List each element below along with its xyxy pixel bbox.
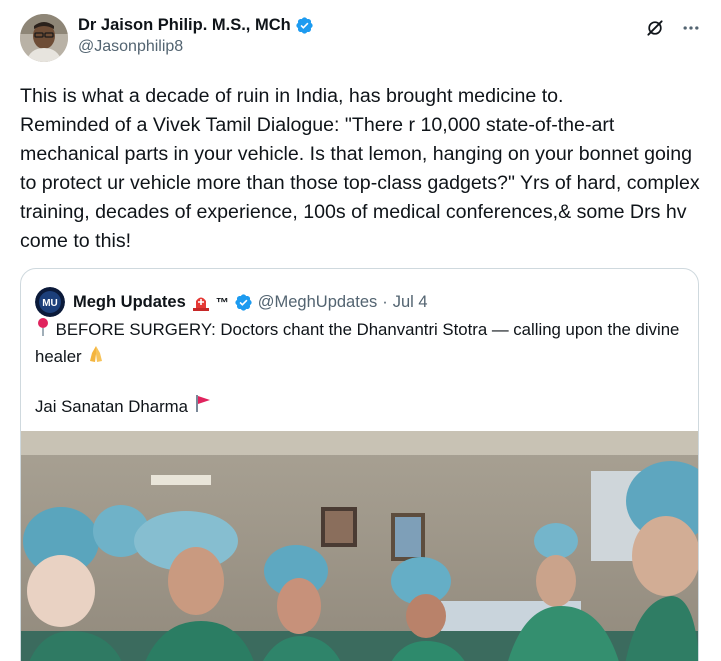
quote-line-2-text: Jai Sanatan Dharma [35, 397, 188, 417]
quote-author-handle[interactable]: @MeghUpdates [258, 293, 377, 312]
video-thumbnail[interactable] [21, 431, 698, 661]
quoted-tweet[interactable]: MU Megh Updates ™ @MeghUpdates · Jul 4 B… [20, 268, 699, 661]
author-avatar-image [20, 14, 68, 62]
quote-verified-icon [234, 293, 253, 312]
siren-icon [191, 292, 211, 312]
grok-icon[interactable] [645, 18, 665, 38]
author-avatar[interactable] [20, 14, 68, 62]
quote-line-1-text: BEFORE SURGERY: Doctors chant the Dhanva… [35, 320, 680, 367]
folded-hands-icon [86, 344, 106, 371]
author-name[interactable]: Dr Jaison Philip. M.S., MCh [78, 16, 291, 35]
quote-line-2: Jai Sanatan Dharma [35, 393, 687, 420]
red-flag-icon [194, 393, 212, 420]
quote-avatar[interactable]: MU [35, 287, 65, 317]
more-icon[interactable] [681, 18, 701, 38]
quote-line-1: BEFORE SURGERY: Doctors chant the Dhanva… [35, 317, 687, 371]
operating-room-image [21, 431, 698, 661]
pin-icon [35, 317, 51, 344]
quote-date[interactable]: Jul 4 [393, 293, 428, 312]
author-handle[interactable]: @Jasonphilip8 [78, 38, 314, 56]
svg-text:MU: MU [42, 298, 58, 309]
tweet-text: This is what a decade of ruin in India, … [20, 85, 700, 252]
quote-author-name[interactable]: Megh Updates [73, 293, 186, 312]
quote-tm: ™ [215, 294, 229, 310]
verified-badge-icon [295, 16, 314, 35]
separator-dot: · [382, 292, 388, 311]
